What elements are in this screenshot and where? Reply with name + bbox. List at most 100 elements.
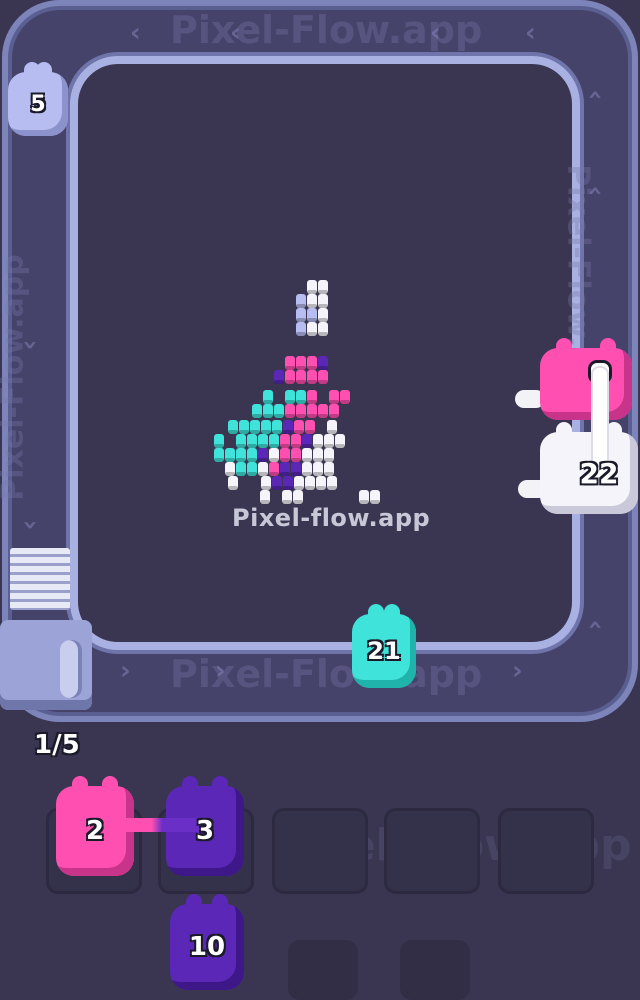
pixel-block-shade — [250, 430, 260, 434]
game-board: Pixel-Flow.app Pixel-Flow.app Pixel-Flow… — [0, 0, 640, 1000]
pixel-block-shade — [329, 414, 339, 418]
pixel-block-shade — [307, 332, 317, 336]
pixel-block-shade — [307, 380, 317, 384]
pixel-block-shade — [263, 400, 273, 404]
pixel-block-shade — [285, 366, 295, 370]
purple-blob-queue[interactable]: 10 — [170, 894, 244, 990]
blob-count: 2 — [85, 816, 105, 846]
pixel-block-shade — [258, 458, 268, 462]
pixel-block-shade — [318, 366, 328, 370]
pixel-block-shade — [302, 458, 312, 462]
pixel-block-shade — [269, 472, 279, 476]
pixel-block-shade — [313, 444, 323, 448]
pixel-block-shade — [305, 430, 315, 434]
queue-placeholder — [400, 940, 470, 1000]
pixel-block-shade — [302, 472, 312, 476]
pixel-block-shade — [269, 458, 279, 462]
pixel-block-shade — [285, 400, 295, 404]
pixel-block-shade — [263, 414, 273, 418]
pixel-block-shade — [327, 430, 337, 434]
pixel-block-shade — [269, 444, 279, 448]
pixel-block-shade — [313, 458, 323, 462]
blob-count: 21 — [367, 637, 401, 665]
pixel-block-shade — [324, 458, 334, 462]
blob-count: 3 — [195, 816, 215, 846]
holding-slot-4[interactable] — [384, 808, 480, 894]
pixel-block-shade — [296, 366, 306, 370]
pixel-block-shade — [307, 414, 317, 418]
pixel-block-shade — [214, 458, 224, 462]
pixel-block-shade — [294, 486, 304, 490]
pixel-block-shade — [296, 380, 306, 384]
pixel-block-shade — [283, 486, 293, 490]
pixel-block-shade — [225, 458, 235, 462]
pixel-block-shade — [291, 458, 301, 462]
pixel-block-shade — [307, 290, 317, 294]
pixel-block-shade — [258, 472, 268, 476]
pixel-block-shade — [318, 414, 328, 418]
pixel-block-shade — [318, 304, 328, 308]
pixel-block-shade — [261, 486, 271, 490]
pixel-block-shade — [340, 400, 350, 404]
holding-slot-5[interactable] — [498, 808, 594, 894]
pixel-block-shade — [329, 400, 339, 404]
pixel-block-shade — [285, 414, 295, 418]
blob-link — [104, 818, 210, 832]
pixel-block-shade — [313, 472, 323, 476]
dispenser-counter: 1/5 — [34, 730, 80, 760]
pixel-block-shade — [280, 458, 290, 462]
pixel-block-shade — [258, 444, 268, 448]
pixel-block-shade — [291, 444, 301, 448]
pixel-block-shade — [261, 430, 271, 434]
pixel-block-shade — [296, 332, 306, 336]
pixel-block-shade — [318, 332, 328, 336]
pixel-block-shade — [280, 444, 290, 448]
blob-count: 22 — [579, 456, 619, 490]
pixel-block-shade — [318, 380, 328, 384]
pixel-block-shade — [247, 444, 257, 448]
pink-blob-conveyor[interactable] — [540, 338, 632, 420]
pixel-block-shade — [307, 366, 317, 370]
pixel-block-shade — [236, 444, 246, 448]
pixel-block-shade — [239, 430, 249, 434]
site-label: Pixel-flow.app — [232, 504, 431, 532]
pixel-block-shade — [316, 486, 326, 490]
pixel-block-shade — [280, 472, 290, 476]
white-blob-conveyor[interactable]: 22 — [540, 422, 638, 514]
blob-count: 10 — [188, 932, 226, 962]
pixel-block-shade — [335, 444, 345, 448]
pixel-block-shade — [252, 414, 262, 418]
pixel-block-shade — [318, 290, 328, 294]
queue-placeholder — [288, 940, 358, 1000]
pixel-block-shade — [324, 444, 334, 448]
pixel-block-shade — [247, 458, 257, 462]
pixel-block-shade — [305, 486, 315, 490]
pixel-block-shade — [228, 430, 238, 434]
pixel-block-shade — [294, 430, 304, 434]
pixel-block-shade — [296, 318, 306, 322]
pixel-block-shade — [274, 380, 284, 384]
pixel-block-shade — [307, 318, 317, 322]
blob-count: 5 — [30, 91, 46, 117]
holding-slot-3[interactable] — [272, 808, 368, 894]
pixel-block-shade — [291, 472, 301, 476]
cyan-blob-conveyor[interactable]: 21 — [352, 604, 416, 688]
pixel-block-shade — [225, 472, 235, 476]
pixel-block-shade — [236, 472, 246, 476]
pixel-block-shade — [307, 400, 317, 404]
pixel-block-shade — [296, 304, 306, 308]
pixel-block-shade — [274, 414, 284, 418]
pixel-block-shade — [318, 318, 328, 322]
pixel-block-shade — [296, 414, 306, 418]
pixel-block-shade — [272, 486, 282, 490]
pixel-block-shade — [214, 444, 224, 448]
pixel-block-shade — [228, 486, 238, 490]
pixel-block-shade — [236, 458, 246, 462]
pixel-block-shade — [296, 400, 306, 404]
pixel-block-shade — [247, 472, 257, 476]
pixel-block-shade — [272, 430, 282, 434]
lavender-blob[interactable]: 5 — [8, 62, 68, 136]
pixel-block-shade — [307, 304, 317, 308]
pixel-block-shade — [324, 472, 334, 476]
pixel-block-shade — [285, 380, 295, 384]
